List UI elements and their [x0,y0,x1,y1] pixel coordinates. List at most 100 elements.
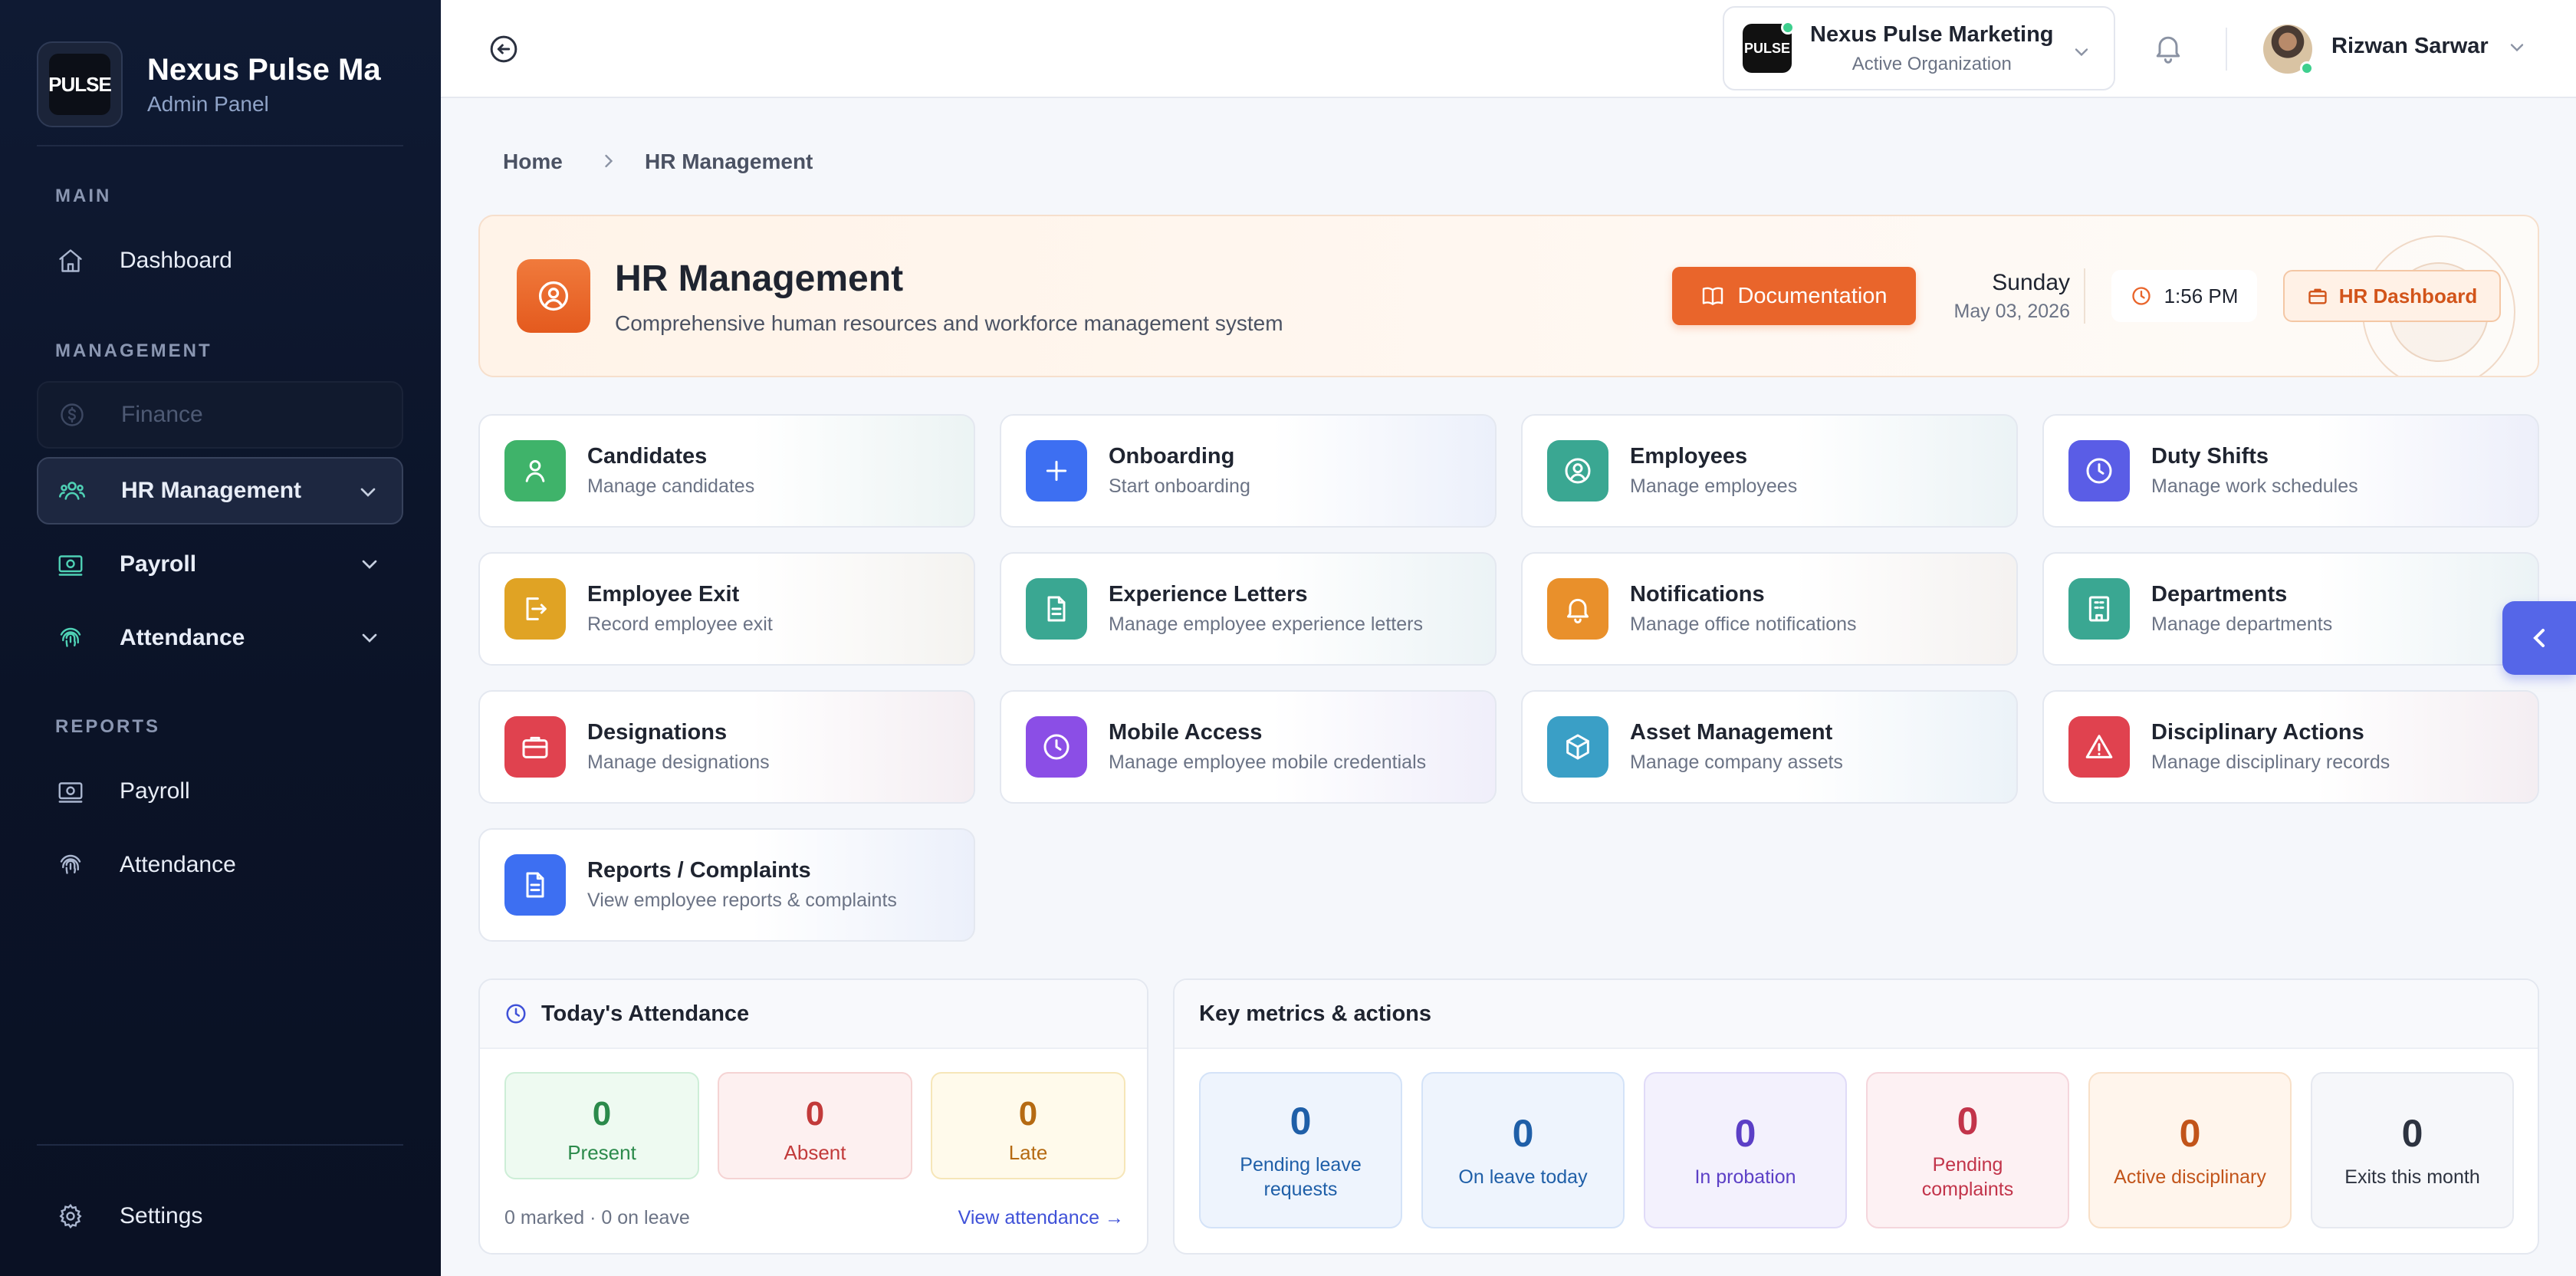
user-avatar[interactable] [2263,25,2314,75]
brand-logo-text: PULSE [48,72,112,96]
chevron-down-icon[interactable] [2506,37,2528,58]
module-title: Asset Management [1630,720,1833,745]
metric-on-leave-today[interactable]: 0 On leave today [1421,1072,1625,1228]
view-attendance-link[interactable]: View attendance → [958,1207,1124,1229]
metric-in-probation[interactable]: 0 In probation [1644,1072,1847,1228]
metric-value: 0 [2401,1112,2423,1155]
attendance-summary: 0 marked · 0 on leave [504,1207,690,1228]
back-circle-icon[interactable] [488,34,519,64]
chevron-down-icon [2075,48,2088,57]
module-card-asset-management[interactable]: Asset Management Manage company assets [1521,690,2018,804]
module-card-candidates[interactable]: Candidates Manage candidates [478,414,975,528]
late-count: 0 [1018,1095,1038,1133]
section-management: MANAGEMENT [55,340,212,361]
absent-label: Absent [784,1141,846,1164]
org-name: Nexus Pulse Marketing [1810,21,2054,47]
metric-value: 0 [1734,1112,1756,1155]
sidebar-item-finance[interactable]: Finance [37,381,403,449]
organization-switcher[interactable]: PULSE Nexus Pulse Marketing Active Organ… [1723,6,2115,90]
sidebar-item-reports-attendance[interactable]: Attendance [37,831,403,899]
metric-pending-leave-requests[interactable]: 0 Pending leave requests [1199,1072,1402,1228]
sidebar-item-label: Payroll [120,551,197,577]
sidebar-item-reports-payroll[interactable]: Payroll [37,758,403,825]
collapse-panel-button[interactable] [2502,601,2576,675]
attendance-panel: Today's Attendance 0 Present 0 Absent 0 … [478,978,1148,1255]
user-circle-icon [1547,440,1608,502]
brand[interactable]: PULSE Nexus Pulse Ma Admin Panel [37,41,381,127]
hr-dashboard-button[interactable]: HR Dashboard [2283,270,2501,322]
present-count: 0 [592,1095,612,1133]
sidebar-item-attendance[interactable]: Attendance [37,604,403,672]
module-description: Record employee exit [587,613,773,635]
fingerprint-icon [55,623,86,653]
module-card-experience-letters[interactable]: Experience Letters Manage employee experi… [1000,552,1497,666]
module-card-departments[interactable]: Departments Manage departments [2042,552,2539,666]
user-name[interactable]: Rizwan Sarwar [2331,34,2489,59]
module-card-employees[interactable]: Employees Manage employees [1521,414,2018,528]
users-icon [57,475,87,506]
book-icon [1703,287,1723,305]
breadcrumb-home[interactable]: Home [503,150,563,174]
clock-icon [1026,716,1087,778]
org-logo: PULSE [1743,21,1795,73]
module-description: Manage work schedules [2151,475,2358,497]
sidebar-item-hr-management[interactable]: HR Management [37,457,403,525]
module-title: Mobile Access [1109,720,1263,745]
module-card-reports-complaints[interactable]: Reports / Complaints View employee report… [478,828,975,942]
briefcase-icon [2308,288,2327,304]
payroll-icon [55,776,86,807]
user-circle-icon [517,259,590,333]
module-card-designations[interactable]: Designations Manage designations [478,690,975,804]
chevron-left-icon [2533,629,2545,647]
breadcrumb-current: HR Management [645,150,813,173]
module-title: Experience Letters [1109,582,1308,607]
exit-icon [504,578,566,640]
module-description: View employee reports & complaints [587,890,897,911]
module-description: Manage employee mobile credentials [1109,751,1427,773]
absent-count: 0 [805,1095,825,1133]
page-subtitle: Comprehensive human resources and workfo… [615,311,1283,335]
sidebar-item-label: Attendance [120,625,245,650]
metrics-title: Key metrics & actions [1199,1001,1432,1026]
late-label: Late [1008,1141,1048,1164]
module-card-onboarding[interactable]: Onboarding Start onboarding [1000,414,1497,528]
module-title: Reports / Complaints [587,858,811,883]
sidebar-item-label: Finance [121,402,203,427]
module-card-employee-exit[interactable]: Employee Exit Record employee exit [478,552,975,666]
metric-exits-this-month[interactable]: 0 Exits this month [2311,1072,2514,1228]
metric-active-disciplinary[interactable]: 0 Active disciplinary [2088,1072,2292,1228]
section-main: MAIN [55,186,112,206]
chevron-down-icon [362,633,377,643]
chevron-down-icon [362,560,377,569]
metric-label: In probation [1694,1166,1796,1188]
module-card-notifications[interactable]: Notifications Manage office notifications [1521,552,2018,666]
documentation-button[interactable]: Documentation [1672,267,1916,325]
sidebar-item-payroll[interactable]: Payroll [37,531,403,598]
online-dot [2300,61,2314,75]
module-description: Manage candidates [587,475,755,497]
bell-icon[interactable] [2151,31,2185,64]
module-title: Candidates [587,444,708,469]
brand-title: Nexus Pulse Ma [147,52,381,87]
header-divider [2226,28,2227,71]
plus-icon [1026,440,1087,502]
clock-icon [2068,440,2130,502]
sidebar-item-label: Dashboard [120,248,232,273]
hero-divider [2084,268,2085,324]
module-title: Employees [1630,444,1748,469]
module-description: Manage employees [1630,475,1798,497]
module-card-disciplinary-actions[interactable]: Disciplinary Actions Manage disciplinary … [2042,690,2539,804]
module-description: Manage departments [2151,613,2333,635]
metric-label: Active disciplinary [2114,1166,2266,1188]
sidebar-item-dashboard[interactable]: Dashboard [37,227,403,294]
section-reports: REPORTS [55,716,161,737]
module-card-mobile-access[interactable]: Mobile Access Manage employee mobile cred… [1000,690,1497,804]
current-day: Sunday [1992,270,2070,295]
sidebar-item-settings[interactable]: Settings [37,1182,403,1250]
module-title: Notifications [1630,582,1765,607]
online-dot [1781,21,1795,35]
bell-icon [1547,578,1608,640]
sidebar-item-label: Attendance [120,852,236,877]
metric-pending-complaints[interactable]: 0 Pending complaints [1866,1072,2069,1228]
module-card-duty-shifts[interactable]: Duty Shifts Manage work schedules [2042,414,2539,528]
